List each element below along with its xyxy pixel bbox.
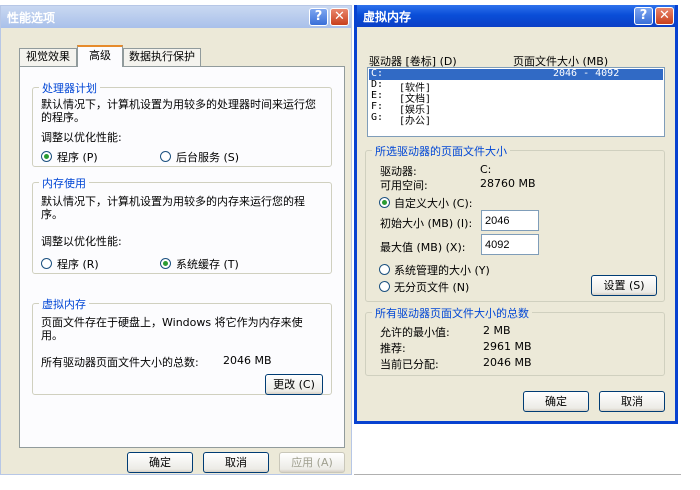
cancel-button-label: 取消 — [225, 456, 247, 469]
vm-ok-button[interactable]: 确定 — [523, 391, 589, 412]
vm-window-title: 虚拟内存 — [363, 10, 412, 24]
help-icon[interactable]: ? — [309, 8, 328, 26]
initial-size-label: 初始大小 (MB) (I): — [380, 217, 473, 230]
cpu-scheduling-group: 处理器计划 默认情况下，计算机设置为用较多的处理器时间来运行您的程序。 调整以优… — [32, 80, 332, 167]
selected-drive-group: 所选驱动器的页面文件大小 驱动器: C: 可用空间: 28760 MB 自定义大… — [365, 143, 665, 302]
min-allowed-label: 允许的最小值: — [380, 326, 450, 339]
help-icon[interactable]: ? — [634, 7, 653, 25]
vm-cancel-button[interactable]: 取消 — [599, 391, 665, 412]
max-size-input[interactable] — [481, 234, 539, 255]
recommended-value: 2961 MB — [483, 340, 532, 353]
drive-letter: C: — [371, 68, 384, 79]
vm-legend: 虚拟内存 — [39, 296, 89, 312]
close-icon[interactable]: ✕ — [330, 8, 349, 26]
vm-cancel-button-label: 取消 — [621, 395, 643, 408]
drive-size: 2046 - 4092 — [553, 68, 620, 79]
drive-list[interactable]: C: 2046 - 4092 D: [软件] E: [文档] F: [娱乐] G… — [367, 67, 665, 137]
tab-dep[interactable]: 数据执行保护 — [123, 48, 201, 66]
currently-allocated-value: 2046 MB — [483, 356, 532, 369]
cancel-button[interactable]: 取消 — [203, 452, 269, 473]
virtual-memory-group: 虚拟内存 页面文件存在于硬盘上，Windows 将它作为内存来使用。 所有驱动器… — [32, 296, 332, 395]
ok-button-label: 确定 — [149, 456, 171, 469]
cpu-background-label[interactable]: 后台服务 (S) — [176, 149, 239, 165]
tab-label: 高级 — [89, 49, 111, 62]
initial-size-input[interactable] — [481, 210, 539, 231]
system-managed-label[interactable]: 系统管理的大小 (Y) — [394, 262, 490, 278]
tab-label: 数据执行保护 — [129, 50, 195, 63]
tab-visual-effects[interactable]: 视觉效果 — [19, 48, 77, 66]
memory-adjust-label: 调整以优化性能: — [41, 235, 122, 248]
custom-size-label[interactable]: 自定义大小 (C): — [394, 195, 472, 211]
perf-titlebar[interactable]: 性能选项 ? ✕ — [1, 6, 351, 28]
vm-description: 页面文件存在于硬盘上，Windows 将它作为内存来使用。 — [41, 316, 303, 342]
total-size-group: 所有驱动器页面文件大小的总数 允许的最小值: 2 MB 推荐: 2961 MB … — [365, 305, 665, 376]
selected-drive-legend: 所选驱动器的页面文件大小 — [372, 143, 510, 159]
set-button-label: 设置 (S) — [603, 279, 645, 292]
drive-letter: E: — [371, 90, 384, 101]
no-paging-label[interactable]: 无分页文件 (N) — [394, 279, 469, 295]
vm-total-value: 2046 MB — [223, 354, 272, 367]
currently-allocated-label: 当前已分配: — [380, 358, 439, 371]
total-size-legend: 所有驱动器页面文件大小的总数 — [372, 305, 532, 321]
close-icon[interactable]: ✕ — [655, 7, 674, 25]
cpu-adjust-label: 调整以优化性能: — [41, 131, 122, 144]
radio-mem-system-cache[interactable] — [160, 258, 171, 269]
perf-window-title: 性能选项 — [7, 11, 56, 25]
radio-custom-size[interactable] — [379, 197, 390, 208]
drive-value: C: — [480, 163, 492, 176]
radio-cpu-programs[interactable] — [41, 151, 52, 162]
change-button-label: 更改 (C) — [273, 378, 315, 391]
mem-programs-label[interactable]: 程序 (R) — [57, 256, 99, 272]
free-space-label: 可用空间: — [380, 179, 428, 192]
radio-no-paging-file[interactable] — [379, 281, 390, 292]
radio-system-managed[interactable] — [379, 264, 390, 275]
tab-page: 处理器计划 默认情况下，计算机设置为用较多的处理器时间来运行您的程序。 调整以优… — [19, 66, 345, 448]
apply-button-label: 应用 (A) — [291, 456, 333, 469]
drive-letter: D: — [371, 79, 384, 90]
memory-legend: 内存使用 — [39, 175, 89, 191]
cpu-programs-label[interactable]: 程序 (P) — [57, 149, 98, 165]
virtual-memory-window: 虚拟内存 ? ✕ 驱动器 [卷标] (D) 页面文件大小 (MB) C: 204… — [354, 5, 678, 424]
drive-label: [办公] — [399, 116, 432, 127]
vm-ok-button-label: 确定 — [545, 395, 567, 408]
cpu-legend: 处理器计划 — [39, 80, 100, 96]
drive-letter: F: — [371, 101, 384, 112]
ok-button[interactable]: 确定 — [127, 452, 193, 473]
tab-advanced[interactable]: 高级 — [77, 45, 123, 67]
vm-titlebar[interactable]: 虚拟内存 ? ✕ — [357, 5, 675, 27]
recommended-label: 推荐: — [380, 342, 406, 355]
min-allowed-value: 2 MB — [483, 324, 511, 337]
change-button[interactable]: 更改 (C) — [265, 374, 323, 395]
max-size-label: 最大值 (MB) (X): — [380, 241, 466, 254]
set-button[interactable]: 设置 (S) — [591, 275, 657, 296]
cpu-description: 默认情况下，计算机设置为用较多的处理器时间来运行您的程序。 — [41, 98, 316, 124]
radio-cpu-background[interactable] — [160, 151, 171, 162]
vm-total-label: 所有驱动器页面文件大小的总数: — [41, 356, 199, 369]
performance-options-window: 性能选项 ? ✕ 视觉效果 高级 数据执行保护 处理器计划 默认情况下，计算机设… — [0, 5, 352, 475]
memory-usage-group: 内存使用 默认情况下，计算机设置为用较多的内存来运行您的程序。 调整以优化性能:… — [32, 175, 332, 274]
free-space-value: 28760 MB — [480, 177, 536, 190]
tab-label: 视觉效果 — [26, 50, 70, 63]
mem-cache-label[interactable]: 系统缓存 (T) — [176, 256, 239, 272]
memory-description: 默认情况下，计算机设置为用较多的内存来运行您的程序。 — [41, 195, 305, 221]
drive-letter: G: — [371, 112, 384, 123]
apply-button[interactable]: 应用 (A) — [279, 452, 345, 473]
separator-line — [354, 474, 681, 475]
radio-mem-programs[interactable] — [41, 258, 52, 269]
drive-row[interactable]: G: [办公] — [369, 112, 663, 127]
